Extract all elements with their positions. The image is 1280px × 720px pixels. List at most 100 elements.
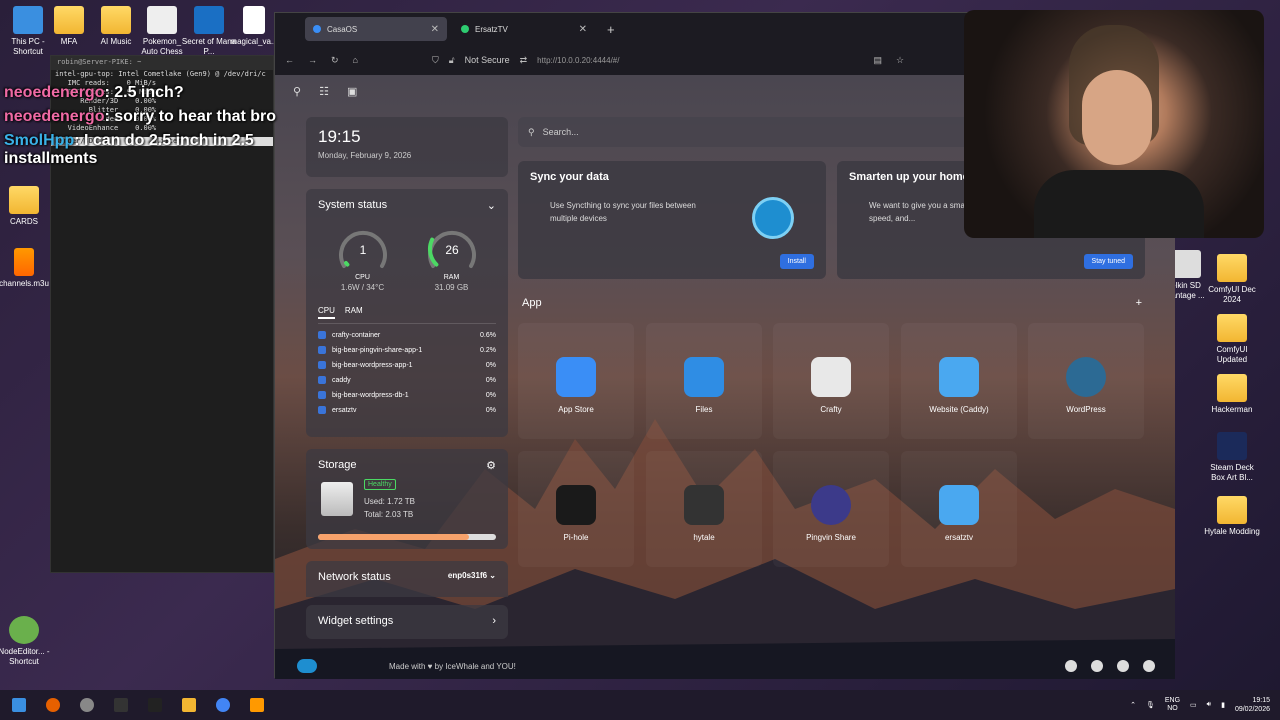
storage-bar-fill — [318, 534, 470, 540]
cpu-value: 1 — [359, 243, 366, 257]
network-title: Network status — [318, 571, 391, 583]
tab-ersatztv[interactable]: ErsatzTV ✕ — [453, 17, 595, 41]
discord-icon[interactable] — [1065, 660, 1077, 672]
files-icon — [684, 357, 724, 397]
settings-taskbar-icon[interactable] — [80, 698, 94, 712]
app-tile-wordpress[interactable]: WordPress — [1028, 323, 1144, 439]
comfyui-updated-folder-icon[interactable]: ComfyUI Updated — [1204, 314, 1260, 364]
app-tile-pingvin-share[interactable]: Pingvin Share — [773, 451, 889, 567]
ersatztv-cube-icon — [939, 485, 979, 525]
penguin-icon — [811, 485, 851, 525]
stream-chat-overlay: neoedenergo: 2.5 inch? neoedenergo: sorr… — [4, 84, 334, 174]
reddit-icon[interactable] — [1091, 660, 1103, 672]
app-section-title: App — [522, 297, 542, 309]
ersatztv-tab-icon — [461, 25, 469, 33]
system-status-title: System status — [318, 199, 388, 211]
steam-deck-box-art-icon[interactable]: Steam Deck Box Art Bl... — [1204, 432, 1260, 482]
syncthing-icon — [752, 197, 794, 239]
ram-label: RAM — [443, 274, 460, 281]
taskbar-clock[interactable]: 19:15 09/02/2026 — [1235, 696, 1270, 714]
address-bar[interactable]: ⛉ 🔓︎ Not Secure ⇄ http://10.0.0.20:4444/… — [432, 55, 619, 66]
reload-icon[interactable]: ↻ — [331, 55, 339, 66]
network-interface-select[interactable]: enp0s31f6 ⌄ — [448, 571, 496, 587]
url-text[interactable]: http://10.0.0.20:4444/#/ — [537, 56, 619, 65]
back-icon[interactable]: ← — [285, 55, 294, 65]
widget-settings-button[interactable]: Widget settings › — [306, 605, 508, 639]
close-tab-icon[interactable]: ✕ — [431, 24, 439, 35]
forward-icon[interactable]: → — [308, 55, 317, 65]
github-icon[interactable] — [1117, 660, 1129, 672]
hytale-icon — [684, 485, 724, 525]
gear-icon[interactable]: ⚙ — [486, 459, 496, 472]
process-row: big-bear-pingvin-share-app-1 0.2% — [318, 346, 496, 354]
tab-casaos[interactable]: CasaOS ✕ — [305, 17, 447, 41]
wordpress-icon — [1066, 357, 1106, 397]
close-tab-icon[interactable]: ✕ — [579, 24, 587, 35]
firefox-taskbar-icon[interactable] — [46, 698, 60, 712]
streamer-face — [1082, 70, 1152, 165]
battery-icon[interactable]: ▮ — [1221, 701, 1225, 709]
crafty-icon — [811, 357, 851, 397]
ram-gauge: 26 RAM 31.09 GB — [423, 224, 481, 292]
clock-time: 19:15 — [318, 127, 361, 146]
microphone-icon[interactable]: 🎙︎ — [1146, 701, 1155, 709]
clock-date: Monday, February 9, 2026 — [318, 151, 412, 160]
stay-tuned-button[interactable]: Stay tuned — [1083, 254, 1133, 269]
windows-start-icon[interactable] — [12, 698, 26, 712]
tab-ram[interactable]: RAM — [345, 306, 363, 319]
tab-cpu[interactable]: CPU — [318, 306, 335, 319]
chevron-down-icon[interactable]: ⌄ — [487, 199, 496, 212]
app-tile-pi-hole[interactable]: Pi-hole — [518, 451, 634, 567]
volume-icon[interactable]: 🔊︎ — [1207, 701, 1211, 709]
caddy-cube-icon — [939, 357, 979, 397]
hackerman-folder-icon[interactable]: Hackerman — [1204, 374, 1260, 415]
home-icon[interactable]: ⌂ — [353, 55, 358, 65]
process-row: caddy 0% — [318, 376, 496, 384]
container-icon — [318, 406, 326, 414]
app-tile-crafty[interactable]: Crafty — [773, 323, 889, 439]
insecure-lock-icon: 🔓︎ — [448, 54, 455, 65]
container-icon — [318, 331, 326, 339]
chat-message: neoedenergo: 2.5 inch? — [4, 84, 184, 101]
ram-value: 26 — [445, 243, 459, 257]
bookmark-star-icon[interactable]: ☆ — [896, 55, 904, 66]
chevron-up-icon[interactable]: ⌃ — [1130, 701, 1136, 709]
vlc-taskbar-icon[interactable] — [250, 698, 264, 712]
node-editor-icon[interactable]: NodeEditor... - Shortcut — [0, 616, 52, 666]
container-icon — [318, 376, 326, 384]
search-input[interactable]: Search... — [543, 127, 579, 137]
container-icon — [318, 391, 326, 399]
app-tile-app-store[interactable]: App Store — [518, 323, 634, 439]
terminal-icon[interactable]: ▣ — [347, 85, 357, 98]
reader-view-icon[interactable]: ▤ — [873, 55, 882, 66]
new-tab-icon[interactable]: + — [607, 22, 615, 37]
app-taskbar-icon[interactable] — [148, 698, 162, 712]
network-icon[interactable]: ▭ — [1190, 701, 1197, 709]
container-icon — [318, 361, 326, 369]
card-body: Use Syncthing to sync your files between… — [550, 201, 696, 223]
terminal-taskbar-icon[interactable] — [114, 698, 128, 712]
cards-folder-icon[interactable]: CARDS — [0, 186, 52, 227]
storage-total: Total: 2.03 TB — [364, 510, 414, 519]
chat-icon[interactable] — [1143, 660, 1155, 672]
install-button[interactable]: Install — [779, 254, 814, 269]
shield-icon: ⛉ — [431, 54, 439, 65]
add-app-icon[interactable]: + — [1136, 297, 1142, 309]
app-store-icon — [556, 357, 596, 397]
language-indicator[interactable]: ENG NO — [1165, 697, 1180, 713]
app-tile-website-caddy[interactable]: Website (Caddy) — [901, 323, 1017, 439]
comfyui-dec-folder-icon[interactable]: ComfyUI Dec 2024 — [1204, 254, 1260, 304]
hytale-modding-folder-icon[interactable]: Hytale Modding — [1204, 496, 1260, 537]
cpu-label: CPU — [355, 274, 370, 281]
file-explorer-taskbar-icon[interactable] — [182, 698, 196, 712]
footer-credit: Made with ♥ by IceWhale and YOU! — [389, 661, 516, 671]
channels-m3u-icon[interactable]: channels.m3u — [0, 248, 52, 289]
chevron-right-icon: › — [492, 615, 496, 627]
chrome-taskbar-icon[interactable] — [216, 698, 230, 712]
chat-message: neoedenergo: sorry to hear that bro — [4, 108, 277, 125]
webcam-overlay — [964, 10, 1264, 238]
app-tile-ersatztv[interactable]: ersatztv — [901, 451, 1017, 567]
app-tile-files[interactable]: Files — [646, 323, 762, 439]
app-tile-hytale[interactable]: hytale — [646, 451, 762, 567]
pi-hole-icon — [556, 485, 596, 525]
